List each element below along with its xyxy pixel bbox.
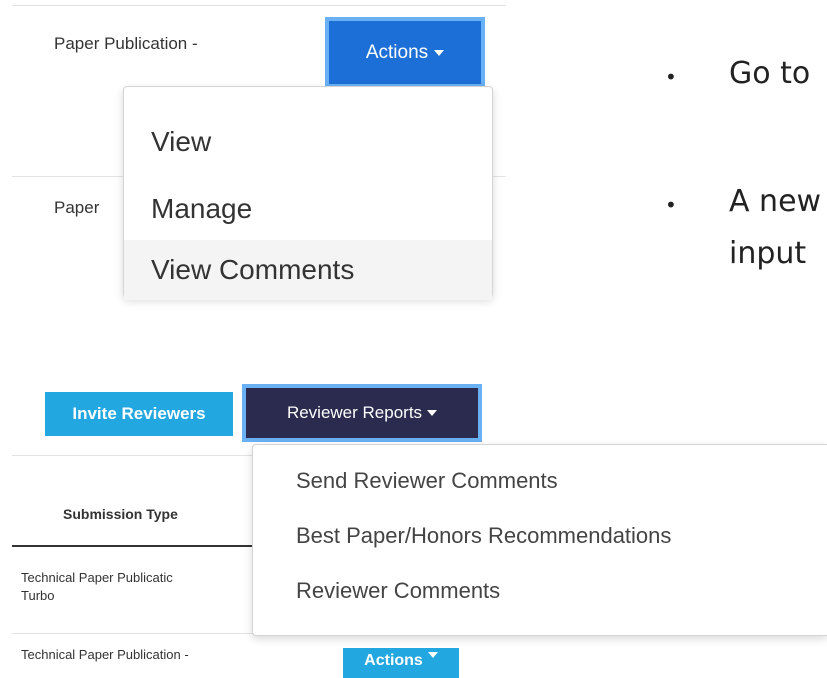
- caret-down-icon: [427, 410, 438, 416]
- menu-item-reviewer-comments[interactable]: Reviewer Comments: [296, 578, 500, 604]
- column-header-submission-type[interactable]: Submission Type: [63, 506, 178, 522]
- reviewer-reports-dropdown-menu: Send Reviewer Comments Best Paper/Honors…: [252, 444, 827, 636]
- cell-line: Technical Paper Publicatic: [21, 570, 173, 585]
- actions-dropdown-menu: View Manage View Comments: [123, 86, 493, 300]
- menu-item-view[interactable]: View: [124, 112, 492, 172]
- cell-line: Turbo: [21, 588, 55, 603]
- reviewer-reports-button[interactable]: Reviewer Reports: [242, 384, 482, 442]
- invite-reviewers-button[interactable]: Invite Reviewers: [45, 392, 233, 436]
- table-cell-submission-type: Technical Paper Publication -: [21, 647, 189, 662]
- menu-item-view-comments[interactable]: View Comments: [124, 240, 492, 300]
- actions-button[interactable]: Actions: [325, 17, 485, 88]
- table-row-text: Paper Publication -: [54, 34, 198, 53]
- row-actions-button[interactable]: Actions: [343, 648, 459, 678]
- menu-item-best-paper-honors[interactable]: Best Paper/Honors Recommendations: [296, 523, 671, 549]
- bullet-text: A new: [729, 184, 822, 219]
- table-row-text: Paper: [54, 198, 100, 217]
- caret-down-icon: [434, 49, 445, 56]
- row-actions-label: Actions: [364, 652, 423, 669]
- reviewer-reports-label: Reviewer Reports: [286, 403, 423, 422]
- bullet-text: Go to: [729, 56, 811, 91]
- actions-button-label: Actions: [365, 41, 429, 63]
- table-cell-submission-type: Technical Paper Publicatic Turbo: [21, 569, 253, 605]
- table-top-border: [12, 5, 506, 6]
- caret-down-icon: [427, 652, 438, 658]
- menu-item-send-reviewer-comments[interactable]: Send Reviewer Comments: [296, 468, 558, 494]
- table-header-underline: [12, 545, 262, 547]
- bullet-text: input: [729, 236, 807, 271]
- bullet-icon: •: [665, 65, 677, 89]
- bullet-icon: •: [665, 193, 677, 217]
- menu-item-manage[interactable]: Manage: [124, 179, 492, 239]
